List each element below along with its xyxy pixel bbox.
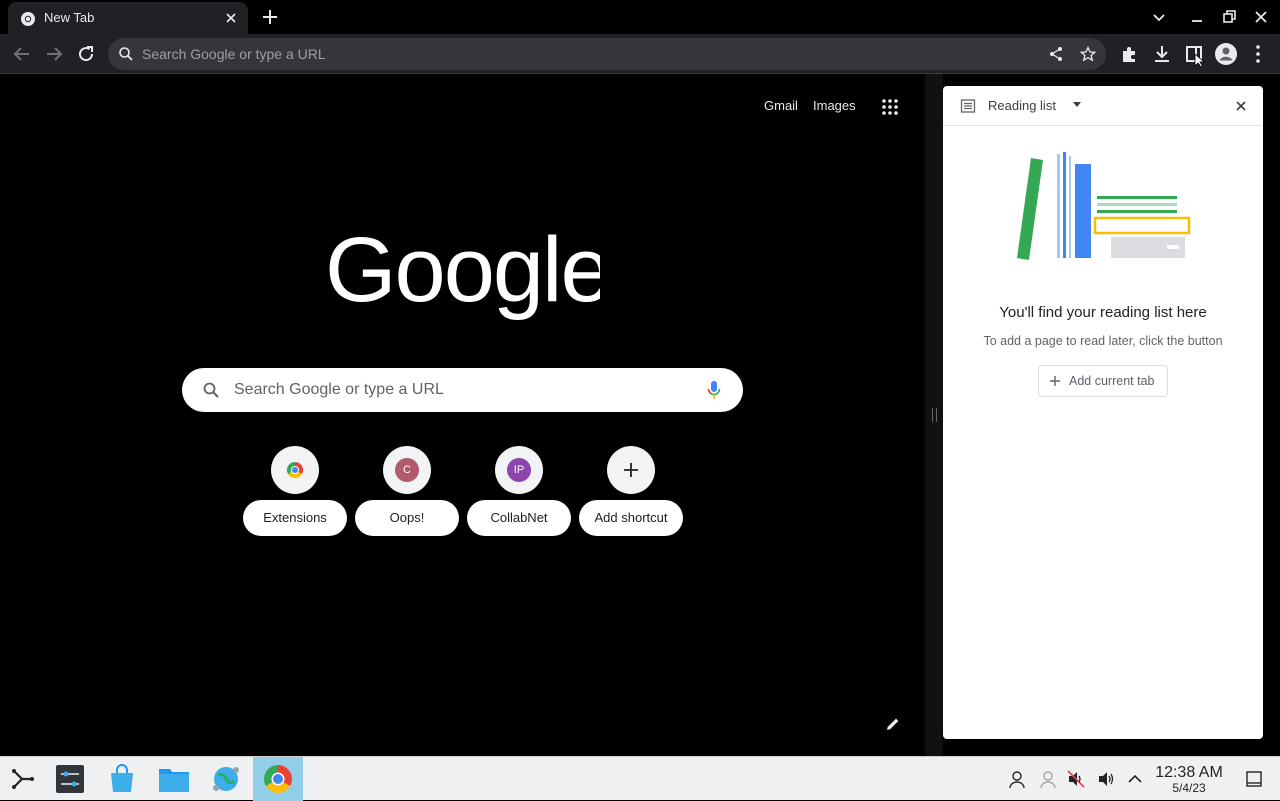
shortcut-label: CollabNet	[467, 500, 571, 536]
omnibox[interactable]: Search Google or type a URL	[108, 38, 1106, 70]
reading-list-panel: Reading list You'll find your reading li…	[943, 86, 1263, 739]
add-current-tab-button[interactable]: Add current tab	[1038, 365, 1168, 397]
side-panel-header: Reading list	[943, 86, 1263, 126]
browser-globe-icon[interactable]	[208, 761, 244, 797]
shortcut-initial: C	[395, 458, 419, 482]
pencil-icon[interactable]	[885, 716, 901, 732]
empty-state-heading: You'll find your reading list here	[999, 304, 1207, 321]
star-icon[interactable]	[1080, 46, 1096, 62]
shortcut-icon	[271, 446, 319, 494]
puzzle-icon[interactable]	[1118, 42, 1142, 66]
chrome-icon	[21, 12, 35, 26]
ntp-search-box[interactable]: Search Google or type a URL	[182, 368, 743, 412]
new-tab-button[interactable]	[259, 6, 281, 28]
resize-grip[interactable]	[932, 408, 937, 422]
back-icon[interactable]	[10, 42, 34, 66]
side-panel-title[interactable]: Reading list	[988, 98, 1056, 113]
chrome-icon	[264, 765, 292, 793]
clock-date[interactable]: 5/4/23	[1148, 781, 1230, 795]
more-icon[interactable]	[1246, 42, 1270, 66]
reload-icon[interactable]	[74, 42, 98, 66]
close-icon[interactable]	[1233, 98, 1249, 114]
shortcut-icon: C	[383, 446, 431, 494]
images-link[interactable]: Images	[813, 98, 856, 113]
tab-strip: New Tab	[0, 0, 1280, 34]
gmail-link[interactable]: Gmail	[764, 98, 798, 113]
chrome-taskbar-item[interactable]	[253, 757, 303, 801]
chevron-down-icon[interactable]	[1150, 8, 1168, 26]
shortcut-label: Add shortcut	[579, 500, 683, 536]
search-icon	[203, 382, 219, 398]
mic-icon[interactable]	[706, 380, 722, 400]
profile-icon[interactable]	[1214, 42, 1238, 66]
shortcut-icon	[607, 446, 655, 494]
close-icon[interactable]	[223, 10, 239, 26]
empty-state-subtext: To add a page to read later, click the b…	[983, 334, 1223, 348]
plus-icon	[624, 463, 638, 477]
new-tab-page: Gmail Images Google Search Google or typ…	[0, 74, 925, 756]
ntp-search-placeholder: Search Google or type a URL	[234, 381, 444, 398]
toolbar: Search Google or type a URL	[0, 34, 1280, 74]
download-icon[interactable]	[1150, 42, 1174, 66]
side-panel-resizer[interactable]	[925, 74, 943, 756]
maximize-icon[interactable]	[1220, 8, 1238, 26]
app-launcher-icon[interactable]	[4, 761, 40, 797]
tab-title: New Tab	[44, 10, 95, 25]
apps-grid-icon[interactable]	[881, 98, 899, 116]
minimize-icon[interactable]	[1188, 8, 1206, 26]
search-icon	[119, 47, 133, 61]
list-icon	[960, 99, 976, 113]
share-icon[interactable]	[1048, 46, 1064, 62]
shortcut-initial: IP	[507, 458, 531, 482]
volume-icon[interactable]	[1096, 769, 1116, 789]
shortcut-label: Oops!	[355, 500, 459, 536]
clock-time[interactable]: 12:38 AM	[1148, 764, 1230, 782]
shortcut-icon: IP	[495, 446, 543, 494]
user-icon[interactable]	[1007, 769, 1027, 789]
svg-text:Google: Google	[325, 226, 600, 321]
close-window-icon[interactable]	[1252, 8, 1270, 26]
shortcut-extensions[interactable]: Extensions	[243, 446, 347, 538]
shortcut-collabnet[interactable]: IP CollabNet	[467, 446, 571, 538]
add-current-tab-label: Add current tab	[1069, 374, 1155, 388]
add-shortcut-button[interactable]: Add shortcut	[579, 446, 683, 538]
show-desktop-icon[interactable]	[1244, 769, 1264, 789]
file-manager-icon[interactable]	[156, 761, 192, 797]
google-logo: Google	[325, 226, 600, 321]
shortcut-oops[interactable]: C Oops!	[355, 446, 459, 538]
shortcut-label: Extensions	[243, 500, 347, 536]
taskbar: 12:38 AM 5/4/23	[0, 756, 1280, 801]
reading-list-illustration	[1017, 152, 1191, 260]
chevron-up-icon[interactable]	[1125, 769, 1145, 789]
plus-icon	[1050, 376, 1060, 386]
network-disconnected-icon[interactable]	[1038, 769, 1058, 789]
store-app-icon[interactable]	[104, 761, 140, 797]
reading-list-icon[interactable]	[1182, 42, 1206, 66]
audio-muted-icon[interactable]	[1066, 769, 1086, 789]
omnibox-placeholder: Search Google or type a URL	[142, 46, 326, 62]
chrome-icon	[286, 461, 304, 479]
tab-new-tab[interactable]: New Tab	[8, 2, 248, 34]
settings-app-icon[interactable]	[52, 761, 88, 797]
forward-icon[interactable]	[42, 42, 66, 66]
caret-down-icon[interactable]	[1072, 101, 1082, 109]
